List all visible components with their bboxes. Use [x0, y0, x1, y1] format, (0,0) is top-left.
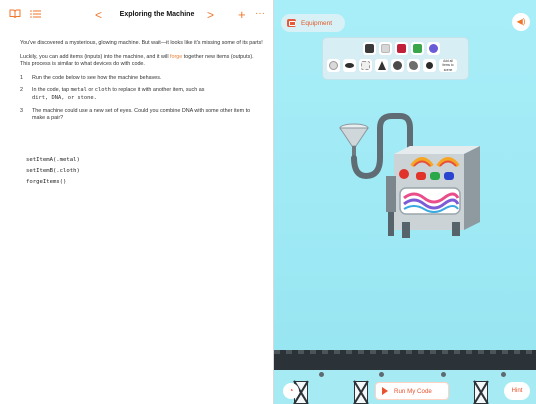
sound-button[interactable]: ◀)	[512, 13, 530, 31]
support-strut	[354, 381, 368, 404]
dark-cube-icon[interactable]	[363, 42, 376, 55]
step-text-end: to replace it with another item, such as	[110, 87, 205, 94]
step-item: 2 In the code, tap metal or cloth to rep…	[20, 87, 264, 102]
instructions-text: You've discovered a mysterious, glowing …	[20, 40, 264, 128]
step-number: 3	[20, 107, 23, 114]
support-strut	[474, 381, 488, 404]
cloth-keyword: cloth	[94, 87, 111, 94]
rivet	[319, 372, 324, 377]
code-line[interactable]: setItemB(.cloth)	[26, 166, 80, 177]
stone-icon[interactable]	[391, 59, 404, 72]
item-inventory: Add all items to scene	[322, 37, 469, 80]
step-text: The machine could use a new set of eyes.…	[32, 107, 251, 122]
toolbox-icon	[287, 19, 296, 27]
step-number: 2	[20, 87, 23, 94]
run-label: Run My Code	[394, 387, 432, 395]
funnel	[339, 123, 369, 158]
rivet	[501, 372, 506, 377]
rivet	[379, 372, 384, 377]
add-all-items-button[interactable]: Add all items to scene	[439, 59, 457, 72]
pyramid-icon[interactable]	[375, 59, 388, 72]
rivet	[441, 372, 446, 377]
hint-button[interactable]: Hint	[504, 382, 530, 400]
run-my-code-button[interactable]: Run My Code	[375, 382, 449, 400]
step-text: Run the code below to see how the machin…	[32, 74, 162, 81]
list-icon[interactable]	[30, 8, 41, 22]
code-line[interactable]: setItemA(.metal)	[26, 155, 80, 166]
green-cube-icon[interactable]	[411, 42, 424, 55]
instructions-pane: < Exploring the Machine > + ··· You've d…	[0, 0, 274, 404]
add-button[interactable]: +	[238, 7, 246, 22]
forge-paragraph: Luckily, you can add items (inputs) into…	[20, 54, 264, 69]
forge-machine	[339, 113, 480, 238]
inventory-row	[363, 42, 440, 55]
book-icon[interactable]	[9, 9, 21, 22]
more-options-button[interactable]: ···	[255, 8, 265, 19]
purple-sphere-icon[interactable]	[427, 42, 440, 55]
fur-icon[interactable]	[359, 59, 372, 72]
code-editor[interactable]: setItemA(.metal) setItemB(.cloth) forgeI…	[26, 155, 80, 188]
equipment-label: Equipment	[301, 19, 333, 27]
forge-link[interactable]: forge	[170, 54, 182, 60]
forge-paragraph-start: Luckily, you can add items (inputs) into…	[20, 53, 171, 60]
swirl-icon[interactable]	[327, 59, 340, 72]
inventory-row: Add all items to scene	[327, 59, 457, 72]
steps-list: 1 Run the code below to see how the mach…	[20, 75, 264, 123]
intro-paragraph: You've discovered a mysterious, glowing …	[20, 40, 263, 46]
conveyor-stripe	[274, 350, 536, 354]
equipment-button[interactable]: Equipment	[281, 14, 345, 32]
metal-keyword: metal	[70, 87, 87, 94]
toolbar: < Exploring the Machine > + ···	[0, 0, 274, 34]
step-text-mid: or	[86, 87, 95, 94]
step-text-start: In the code, tap	[32, 87, 71, 94]
rock-icon[interactable]	[407, 59, 420, 72]
step-number: 1	[20, 74, 23, 81]
code-line[interactable]: forgeItems()	[26, 177, 80, 188]
item-examples: dirt, DNA, or stone.	[32, 94, 97, 101]
machine-body	[386, 146, 480, 238]
next-page-button[interactable]: >	[207, 8, 214, 22]
white-cube-icon[interactable]	[379, 42, 392, 55]
red-cube-icon[interactable]	[395, 42, 408, 55]
step-item: 3 The machine could use a new set of eye…	[20, 108, 264, 123]
dna-icon[interactable]	[343, 59, 356, 72]
leaf-icon[interactable]	[423, 59, 436, 72]
play-icon	[382, 387, 388, 395]
previous-page-button[interactable]: <	[95, 8, 102, 22]
live-view: Equipment ◀) Add all items to scene ◔ Ru…	[274, 0, 536, 404]
page-title: Exploring the Machine	[119, 11, 195, 18]
step-item: 1 Run the code below to see how the mach…	[20, 75, 264, 83]
speed-button[interactable]: ◔	[283, 383, 299, 399]
